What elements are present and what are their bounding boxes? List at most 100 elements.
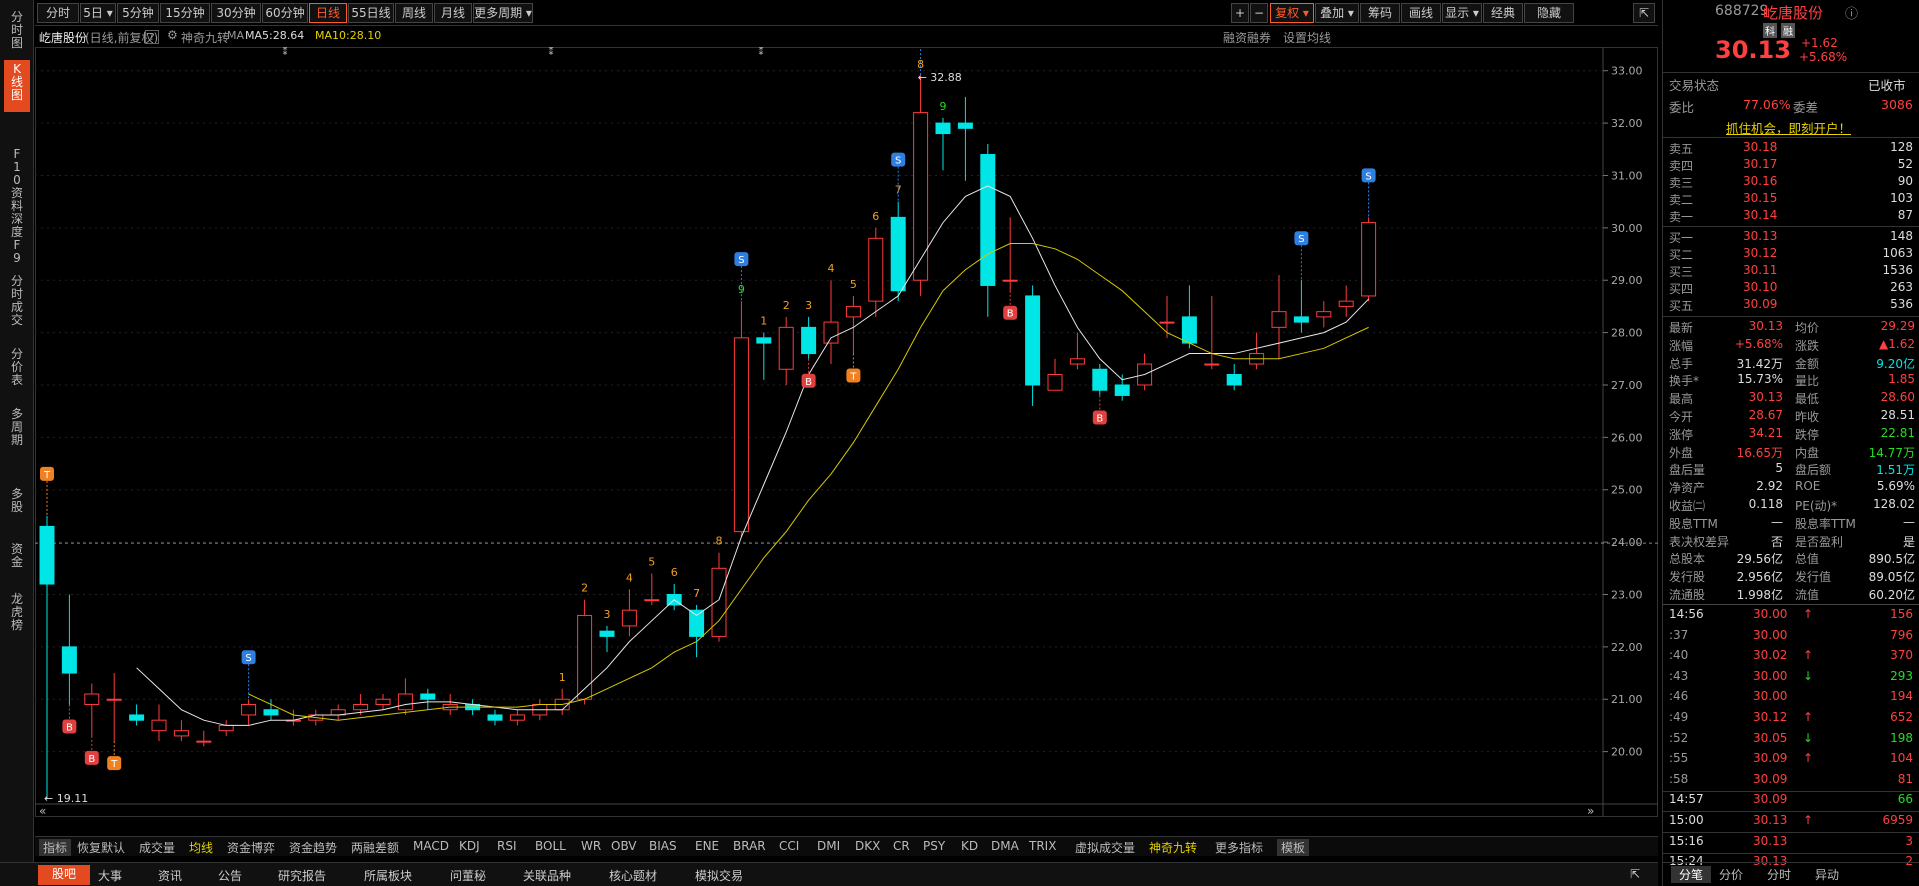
signal-marker-t[interactable]: T	[107, 741, 122, 771]
event-marker[interactable]: ⁑	[759, 47, 764, 58]
candle[interactable]	[420, 688, 436, 710]
candle[interactable]	[1159, 295, 1175, 338]
indicator-tab-0[interactable]: 指标	[39, 839, 72, 856]
indicator-tab-24[interactable]: 虚拟成交量	[1075, 839, 1135, 856]
signal-marker-t[interactable]: T	[40, 466, 54, 516]
candle[interactable]	[1226, 364, 1242, 391]
candle[interactable]	[151, 704, 167, 742]
event-marker[interactable]: ⁑	[283, 47, 288, 58]
footer-tab-8[interactable]: 核心题材	[609, 867, 657, 884]
candle[interactable]	[1092, 364, 1108, 396]
toolbar-right-6[interactable]: 隐藏	[1524, 3, 1574, 23]
signal-marker-s[interactable]: S	[241, 650, 256, 700]
period-6[interactable]: 日线	[309, 3, 347, 23]
quote-tab-1[interactable]: 分价	[1719, 866, 1743, 883]
period-3[interactable]: 15分钟	[160, 3, 210, 23]
candle[interactable]	[442, 694, 458, 715]
period-8[interactable]: 周线	[395, 3, 433, 23]
candle[interactable]	[196, 730, 212, 747]
candle[interactable]	[711, 552, 727, 642]
quote-tab-2[interactable]: 分时	[1767, 866, 1791, 883]
candle[interactable]	[689, 604, 705, 658]
help-icon[interactable]: ?	[145, 30, 159, 44]
candle[interactable]	[599, 625, 615, 653]
indicator-tab-11[interactable]: WR	[581, 839, 601, 853]
candle[interactable]	[173, 720, 189, 742]
quote-tab-0[interactable]: 分笔	[1671, 866, 1712, 883]
candle[interactable]	[375, 694, 391, 710]
candle[interactable]	[330, 704, 346, 721]
candle[interactable]	[1249, 332, 1265, 370]
indicator-tab-22[interactable]: DMA	[991, 839, 1019, 853]
indicator-tab-1[interactable]: 恢复默认	[77, 839, 125, 856]
signal-marker-b[interactable]: B	[62, 704, 77, 734]
period-7[interactable]: 55日线	[348, 3, 394, 23]
candle[interactable]	[913, 75, 929, 296]
signal-marker-s[interactable]: S	[1361, 168, 1376, 218]
side-tab-6[interactable]: 多周期	[4, 405, 30, 470]
candle[interactable]	[868, 227, 884, 317]
candle[interactable]	[756, 332, 772, 380]
indicator-tab-3[interactable]: 均线	[189, 839, 213, 856]
toolbar-right-0[interactable]: 复权 ▾	[1270, 3, 1314, 23]
candle[interactable]	[733, 301, 749, 537]
footer-tab-9[interactable]: 模拟交易	[695, 867, 743, 884]
signal-marker-t[interactable]: T	[846, 353, 861, 383]
toolbar-right-5[interactable]: 经典	[1483, 3, 1523, 23]
footer-tab-5[interactable]: 所属板块	[364, 867, 412, 884]
indicator-tab-2[interactable]: 成交量	[139, 839, 175, 856]
open-account-link[interactable]: 抓住机会，即刻开户！	[1726, 118, 1851, 137]
indicator-tab-4[interactable]: 资金博弈	[227, 839, 275, 856]
indicator-tab-6[interactable]: 两融差额	[351, 839, 399, 856]
footer-tab-0[interactable]: 股吧	[38, 865, 91, 885]
candle[interactable]	[644, 573, 660, 605]
side-tab-4[interactable]: 分时成交	[4, 272, 30, 332]
candle[interactable]	[1271, 274, 1287, 359]
toolbar-right-1[interactable]: 叠加 ▾	[1315, 3, 1359, 23]
footer-tab-7[interactable]: 关联品种	[523, 867, 571, 884]
footer-tab-4[interactable]: 研究报告	[278, 867, 326, 884]
toolbar-right-4[interactable]: 显示 ▾	[1442, 3, 1482, 23]
candle[interactable]	[621, 589, 637, 637]
indicator-tab-5[interactable]: 资金趋势	[289, 839, 337, 856]
candle[interactable]	[487, 709, 503, 726]
indicator-tab-21[interactable]: KD	[961, 839, 978, 853]
candle[interactable]	[84, 683, 100, 736]
indicator-tab-15[interactable]: BRAR	[733, 839, 766, 853]
side-tab-5[interactable]: 分价表	[4, 345, 30, 393]
margin-link[interactable]: 融资融券	[1223, 29, 1271, 46]
period-5[interactable]: 60分钟	[262, 3, 308, 23]
indicator-name[interactable]: 神奇九转	[181, 29, 229, 46]
period-9[interactable]: 月线	[434, 3, 472, 23]
footer-expand-icon[interactable]: ⇱	[1630, 867, 1640, 881]
candle[interactable]	[554, 688, 570, 715]
candle[interactable]	[39, 515, 55, 799]
candle[interactable]	[957, 96, 973, 181]
indicator-tab-27[interactable]: 模板	[1277, 839, 1310, 856]
candle[interactable]	[1293, 280, 1309, 333]
side-tab-0[interactable]: 分时图	[4, 8, 30, 56]
indicator-tab-18[interactable]: DKX	[855, 839, 880, 853]
indicator-tab-9[interactable]: RSI	[497, 839, 517, 853]
candle[interactable]	[1069, 332, 1085, 370]
zoom-out-button[interactable]: −	[1250, 3, 1268, 23]
candle[interactable]	[106, 673, 122, 742]
indicator-tab-25[interactable]: 神奇九转	[1149, 839, 1197, 856]
indicator-tab-12[interactable]: OBV	[611, 839, 637, 853]
candle[interactable]	[241, 699, 257, 726]
candle[interactable]	[1361, 217, 1377, 302]
indicator-tab-26[interactable]: 更多指标	[1215, 839, 1263, 856]
footer-tab-2[interactable]: 资讯	[158, 867, 182, 884]
candle[interactable]	[1025, 285, 1041, 406]
indicator-tab-16[interactable]: CCI	[779, 839, 799, 853]
side-tab-2[interactable]: F10资料	[4, 145, 30, 213]
period-4[interactable]: 30分钟	[211, 3, 261, 23]
signal-marker-s[interactable]: S	[1294, 231, 1309, 281]
ma-settings-link[interactable]: 设置均线	[1283, 29, 1331, 46]
indicator-tab-14[interactable]: ENE	[695, 839, 719, 853]
candle[interactable]	[509, 709, 525, 726]
indicator-tab-7[interactable]: MACD	[413, 839, 449, 853]
candle[interactable]	[1047, 358, 1063, 391]
footer-tab-6[interactable]: 问董秘	[450, 867, 486, 884]
info-icon[interactable]: ⓘ	[1845, 3, 1858, 22]
